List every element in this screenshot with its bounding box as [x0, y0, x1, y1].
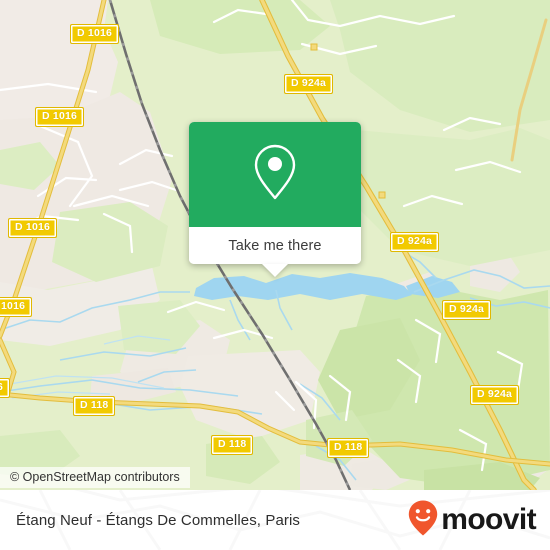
- footer-bar: Étang Neuf - Étangs De Commelles, Paris …: [0, 490, 550, 550]
- moovit-brand[interactable]: moovit: [407, 490, 537, 550]
- moovit-map-screenshot: D 1016 D 1016 D 1016 1016 6 D 924a D 924a D 924…: [0, 0, 550, 550]
- card-action-bar[interactable]: Take me there: [189, 227, 361, 264]
- moovit-wordmark: moovit: [441, 503, 536, 536]
- road-shield: D 118: [211, 435, 254, 455]
- road-shield: D 924a: [284, 74, 334, 94]
- road-shield: D 118: [73, 396, 116, 416]
- road-shield: D 924a: [390, 232, 440, 252]
- moovit-pin-smiley-icon: [407, 499, 439, 542]
- road-shield: D 924a: [470, 385, 520, 405]
- card-pointer-tail: [262, 264, 288, 277]
- road-shield: D 1016: [70, 24, 120, 44]
- road-shield: 1016: [0, 297, 33, 317]
- road-shield: D 1016: [35, 107, 85, 127]
- place-title: Étang Neuf - Étangs De Commelles, Paris: [16, 490, 300, 550]
- road-shield: D 118: [327, 438, 370, 458]
- place-title-text: Étang Neuf - Étangs De Commelles, Paris: [16, 511, 301, 529]
- road-shield: D 924a: [442, 300, 492, 320]
- osm-attribution[interactable]: © OpenStreetMap contributors: [0, 467, 190, 488]
- map-pin-icon: [252, 142, 298, 207]
- take-me-there-card[interactable]: Take me there: [189, 122, 361, 277]
- road-shield: 6: [0, 378, 11, 398]
- osm-attribution-text: © OpenStreetMap contributors: [10, 470, 180, 484]
- card-pin-area: [189, 122, 361, 227]
- road-shield: D 1016: [8, 218, 58, 238]
- take-me-there-label: Take me there: [228, 237, 322, 254]
